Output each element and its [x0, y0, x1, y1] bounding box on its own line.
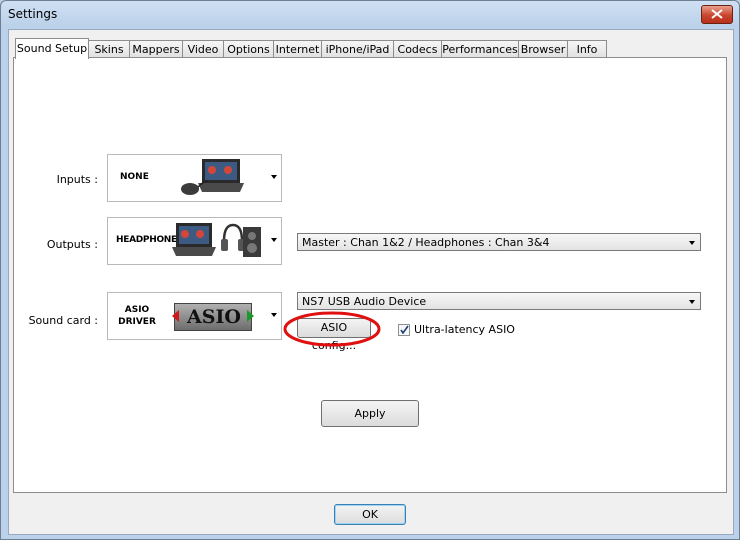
chevron-down-icon — [271, 313, 277, 317]
settings-window: Settings Sound Setup Skins Mappers Video… — [0, 0, 740, 540]
soundcard-value: NS7 USB Audio Device — [302, 295, 427, 308]
left-arrow-icon — [172, 310, 179, 322]
inputs-label: Inputs : — [56, 173, 98, 186]
outputs-device-selector[interactable]: HEADPHONES — [107, 217, 282, 265]
tab-label: Browser — [520, 43, 566, 56]
tab-performances[interactable]: Performances — [441, 40, 519, 58]
soundcard-label: Sound card : — [28, 314, 98, 327]
mouse-icon — [181, 180, 208, 195]
tab-info[interactable]: Info — [567, 40, 607, 58]
window-title: Settings — [8, 7, 58, 21]
output-routing-value: Master : Chan 1&2 / Headphones : Chan 3&… — [302, 236, 550, 249]
asio-logo-text: ASIO — [187, 306, 241, 328]
chevron-down-icon — [689, 241, 695, 245]
close-icon — [711, 9, 723, 19]
tab-mappers[interactable]: Mappers — [129, 40, 183, 58]
red-circle-annotation — [283, 311, 381, 347]
tab-label: Mappers — [132, 43, 180, 56]
chevron-down-icon — [271, 175, 277, 179]
soundcard-select[interactable]: NS7 USB Audio Device — [297, 292, 701, 310]
tab-label: Options — [227, 43, 270, 56]
inputs-device-selector[interactable]: NONE — [107, 154, 282, 202]
sound-setup-panel: Inputs : NONE Outputs : HEADPHONES Maste… — [13, 57, 727, 493]
asio-logo: ASIO — [172, 303, 254, 331]
tab-options[interactable]: Options — [223, 40, 274, 58]
tab-label: Codecs — [397, 43, 438, 56]
tab-label: Skins — [94, 43, 124, 56]
ok-label: OK — [362, 508, 378, 521]
soundcard-device-line2: DRIVER — [118, 317, 156, 327]
chevron-down-icon — [271, 238, 277, 242]
close-button[interactable] — [701, 5, 733, 24]
tab-skins[interactable]: Skins — [88, 40, 130, 58]
ultra-latency-checkbox[interactable] — [398, 324, 410, 336]
tab-internet[interactable]: Internet — [273, 40, 322, 58]
output-routing-select[interactable]: Master : Chan 1&2 / Headphones : Chan 3&… — [297, 233, 701, 251]
outputs-label: Outputs : — [46, 238, 98, 251]
checkmark-icon — [400, 325, 409, 335]
titlebar[interactable]: Settings — [1, 1, 739, 27]
tab-iphone-ipad[interactable]: iPhone/iPad — [321, 40, 394, 58]
inputs-device-text: NONE — [120, 172, 149, 182]
tab-codecs[interactable]: Codecs — [393, 40, 442, 58]
tab-sound-setup[interactable]: Sound Setup — [15, 38, 89, 59]
apply-button[interactable]: Apply — [321, 400, 419, 427]
tab-video[interactable]: Video — [182, 40, 224, 58]
ultra-latency-label: Ultra-latency ASIO — [414, 323, 515, 336]
tab-label: Sound Setup — [16, 42, 88, 55]
client-area: Sound Setup Skins Mappers Video Options … — [8, 29, 734, 535]
ok-button[interactable]: OK — [334, 504, 406, 525]
tab-browser[interactable]: Browser — [518, 40, 568, 58]
tab-label: iPhone/iPad — [325, 43, 390, 56]
chevron-down-icon — [689, 300, 695, 304]
apply-label: Apply — [354, 407, 386, 420]
soundcard-device-selector[interactable]: ASIO DRIVER ASIO — [107, 292, 282, 340]
tab-label: Internet — [275, 43, 320, 56]
tab-label: Performances — [442, 43, 518, 56]
right-arrow-icon — [247, 310, 254, 322]
speaker-icon — [243, 227, 261, 257]
soundcard-device-line1: ASIO — [124, 305, 150, 315]
tab-label: Info — [576, 43, 598, 56]
tab-label: Video — [187, 43, 219, 56]
